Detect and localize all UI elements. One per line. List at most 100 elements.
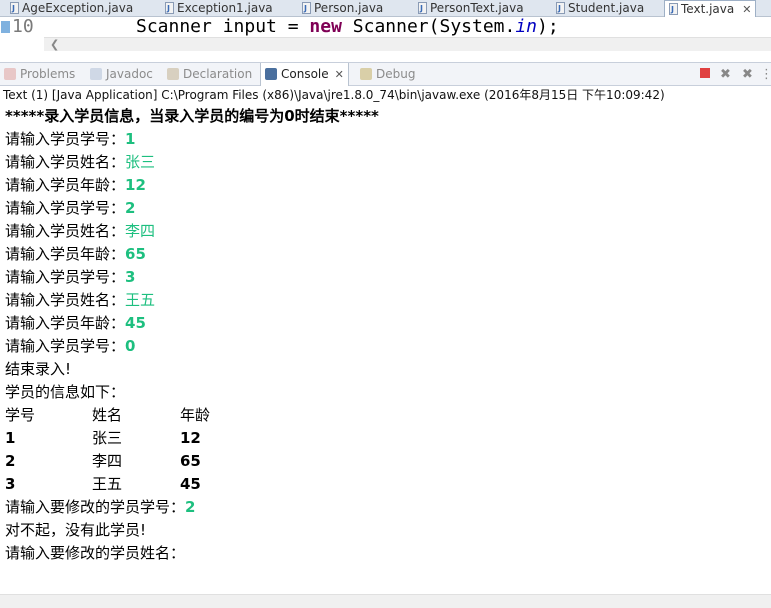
- tab-problems[interactable]: Problems: [4, 63, 75, 86]
- code-keyword-new: new: [309, 16, 342, 37]
- console-line: 请输入学员姓名：李四: [5, 220, 155, 243]
- editor-tab-student[interactable]: Student.java: [556, 0, 644, 17]
- problems-icon: [4, 68, 16, 80]
- code-type: Scanner: [136, 16, 212, 37]
- prompt-text: 请输入学员学号：: [5, 337, 126, 355]
- prompt-text: 请输入学员姓名：: [5, 153, 126, 171]
- sorry-message: 对不起，没有此学员!: [5, 521, 147, 539]
- code-constructor: Scanner(System.: [352, 16, 516, 37]
- editor-tab-label: Person.java: [314, 1, 384, 15]
- tab-label: Problems: [20, 67, 76, 81]
- editor-tab-label: PersonText.java: [430, 1, 524, 15]
- prompt-text: 请输入学员年龄：: [5, 314, 126, 332]
- close-icon[interactable]: ✕: [742, 1, 751, 18]
- prompt-text: 请输入学员年龄：: [5, 176, 126, 194]
- editor-tab-exception1[interactable]: Exception1.java: [165, 0, 273, 17]
- table-cell-name: 王五: [92, 475, 123, 493]
- prompt-text: 请输入学员学号：: [5, 199, 126, 217]
- console-line: 请输入学员学号：3: [5, 266, 135, 289]
- table-cell-age: 65: [180, 452, 201, 470]
- java-file-icon: [418, 0, 427, 17]
- tab-debug[interactable]: Debug: [360, 63, 415, 86]
- line-gutter: 10: [0, 17, 44, 37]
- java-file-icon: [302, 0, 311, 17]
- console-header: *****录入学员信息，当录入学员的编号为0时结束*****: [5, 107, 379, 125]
- terminate-icon[interactable]: [697, 67, 712, 82]
- user-input: 0: [125, 337, 136, 355]
- table-header-name: 姓名: [92, 406, 123, 424]
- editor-tab-label: Student.java: [568, 1, 645, 15]
- table-cell-id: 1: [5, 429, 16, 447]
- console-line: 请输入学员姓名：王五: [5, 289, 155, 312]
- prompt-text: 请输入学员学号：: [5, 268, 126, 286]
- prompt-text: 请输入学员学号：: [5, 130, 126, 148]
- editor-tab-bar: AgeException.java Exception1.java Person…: [0, 0, 771, 18]
- user-input: 2: [125, 199, 136, 217]
- user-input: 12: [125, 176, 146, 194]
- scroll-left-icon[interactable]: ❮: [50, 38, 59, 52]
- line-number: 10: [12, 16, 34, 37]
- tab-label: Debug: [376, 67, 416, 81]
- user-input: 65: [125, 245, 146, 263]
- code-editor[interactable]: 10 Scanner input = new Scanner(System.in…: [0, 17, 771, 37]
- table-cell-age: 45: [180, 475, 201, 493]
- declaration-icon: [167, 68, 179, 80]
- table-header-age: 年龄: [180, 406, 211, 424]
- prompt-text: 请输入要修改的学员学号：: [5, 498, 186, 516]
- javadoc-icon: [90, 68, 102, 80]
- close-icon[interactable]: ✕: [335, 68, 344, 81]
- table-cell-name: 李四: [92, 452, 123, 470]
- code-variable: input: [222, 16, 277, 37]
- tab-console[interactable]: Console ✕: [260, 63, 349, 86]
- editor-tab-person[interactable]: Person.java: [302, 0, 383, 17]
- java-file-icon: [556, 0, 565, 17]
- user-input: 王五: [125, 291, 156, 309]
- table-cell-name: 张三: [92, 429, 123, 447]
- code-assign: =: [287, 16, 299, 37]
- table-header-id: 学号: [5, 406, 36, 424]
- editor-tab-persontext[interactable]: PersonText.java: [418, 0, 524, 17]
- editor-tab-text[interactable]: Text.java ✕: [664, 0, 757, 18]
- remove-launch-icon[interactable]: ✖: [718, 67, 733, 82]
- user-input: 1: [125, 130, 136, 148]
- java-file-icon: [669, 1, 678, 18]
- debug-icon: [360, 68, 372, 80]
- console-line: 请输入学员年龄：45: [5, 312, 146, 335]
- user-input: 张三: [125, 153, 156, 171]
- console-icon: [265, 68, 277, 80]
- console-output[interactable]: *****录入学员信息，当录入学员的编号为0时结束***** 请输入学员学号：1…: [0, 105, 771, 594]
- tab-label: Javadoc: [106, 67, 153, 81]
- user-input: 45: [125, 314, 146, 332]
- end-message: 结束录入!: [5, 360, 72, 378]
- info-title: 学员的信息如下：: [5, 383, 126, 401]
- table-cell-age: 12: [180, 429, 201, 447]
- java-file-icon: [165, 0, 174, 17]
- breakpoint-marker-icon: [1, 21, 10, 33]
- code-line[interactable]: Scanner input = new Scanner(System.in);: [136, 17, 559, 37]
- name-prompt: 请输入要修改的学员姓名：: [5, 544, 186, 562]
- editor-tab-label: Text.java: [681, 2, 735, 16]
- console-horizontal-scrollbar[interactable]: [0, 594, 771, 608]
- editor-tab-ageexception[interactable]: AgeException.java: [10, 0, 133, 17]
- console-line: 请输入学员姓名：张三: [5, 151, 155, 174]
- editor-horizontal-scrollbar[interactable]: ❮: [44, 37, 771, 51]
- view-tab-bar: Problems Javadoc Declaration Console ✕ De…: [0, 62, 771, 86]
- console-line: 请输入学员学号：1: [5, 128, 135, 151]
- table-cell-id: 2: [5, 452, 16, 470]
- console-line: 请输入学员学号：2: [5, 197, 135, 220]
- java-file-icon: [10, 0, 19, 17]
- tab-label: Console: [281, 67, 329, 81]
- prompt-text: 请输入学员年龄：: [5, 245, 126, 263]
- code-end: );: [537, 16, 559, 37]
- remove-all-launches-icon[interactable]: ✖: [740, 67, 755, 82]
- user-input: 3: [125, 268, 136, 286]
- console-line: 请输入学员年龄：12: [5, 174, 146, 197]
- tab-declaration[interactable]: Declaration: [167, 63, 252, 86]
- editor-tab-label: Exception1.java: [177, 1, 273, 15]
- table-cell-id: 3: [5, 475, 16, 493]
- process-info: Text (1) [Java Application] C:\Program F…: [3, 88, 665, 102]
- editor-tab-label: AgeException.java: [22, 1, 134, 15]
- view-menu-icon[interactable]: ⋮: [760, 67, 771, 82]
- prompt-text: 请输入学员姓名：: [5, 222, 126, 240]
- tab-javadoc[interactable]: Javadoc: [90, 63, 153, 86]
